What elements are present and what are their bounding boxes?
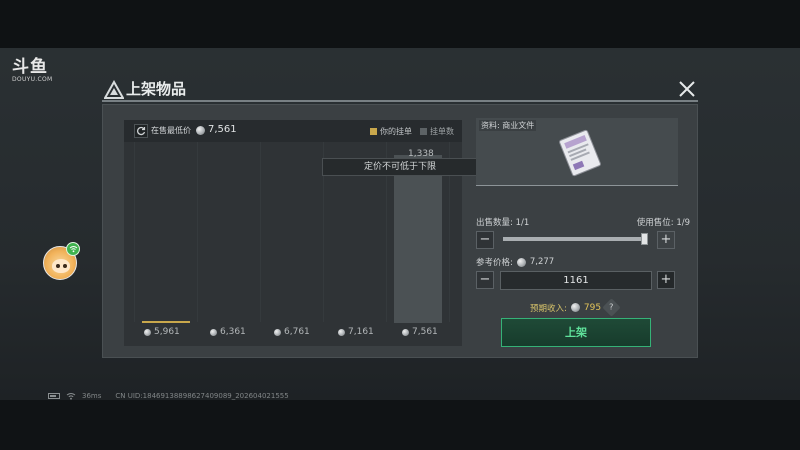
bar-yours [141,321,190,323]
title-divider [102,100,698,102]
x-tick-label: 6,361 [220,327,246,337]
bar-count [393,155,442,323]
x-tick-label: 6,761 [284,327,310,337]
close-icon[interactable] [676,78,698,100]
sell-quantity-label: 出售数量: 1/1 [476,218,530,228]
x-tick-label: 7,161 [348,327,374,337]
coin-icon [338,328,345,336]
legend-swatch-gold [370,128,377,135]
legend-count-label: 挂单数 [430,127,454,136]
ping-value: 36ms [82,392,102,400]
quantity-slider-thumb[interactable] [641,233,648,245]
quantity-slider-track[interactable] [503,237,648,241]
min-price-label: 在售最低价 [151,126,191,135]
x-tick-label: 5,961 [154,327,180,337]
coin-icon [402,328,409,336]
reference-price-label: 参考价格: [476,258,513,268]
coin-icon [196,126,205,135]
x-tick: 6,761 [274,327,310,337]
x-tick: 7,561 [402,327,438,337]
x-tick-label: 7,561 [412,327,438,337]
status-bar: 36ms CN UID:18469138898627409089_2026040… [48,392,289,400]
quantity-minus-button[interactable]: − [476,231,494,249]
wifi-badge-icon [66,242,80,256]
min-price-value: 7,561 [208,124,237,135]
dialog-header: 上架物品 [102,78,698,104]
help-icon[interactable]: ? [602,298,621,317]
coin-icon [516,257,526,267]
battery-icon [48,393,60,399]
douyu-watermark: 斗鱼 DOUYU.COM [12,58,53,83]
expected-income-value: 795 [583,302,602,313]
x-tick: 7,161 [338,327,374,337]
top-backdrop [0,0,800,48]
refresh-icon[interactable] [134,124,148,138]
coin-icon [144,328,151,336]
document-file-icon [559,129,601,177]
expected-income-row: 预期收入: 795 ? [530,298,621,317]
item-info-box: 资料: 商业文件 [476,118,678,186]
legend-count: 挂单数 [420,126,454,137]
avatar-eye [63,264,67,268]
quantity-plus-button[interactable]: + [657,231,675,249]
watermark-brand: 斗鱼 [12,57,48,77]
coin-icon [274,328,281,336]
price-chart: 在售最低价 7,561 你的挂单 挂单数 1,338 5,961 6,361 6… [124,120,462,346]
expected-income-label: 预期收入: [530,303,567,314]
avatar-eye [56,264,60,268]
price-plus-button[interactable]: + [657,271,675,289]
list-item-button[interactable]: 上架 [501,318,651,347]
x-tick: 5,961 [144,327,180,337]
help-glyph: ? [609,303,614,312]
wifi-icon [66,393,76,400]
column-divider [197,142,198,322]
triangle-logo-icon [104,80,124,99]
dialog-title: 上架物品 [126,80,187,98]
reference-price-value: 7,277 [529,257,555,267]
coin-icon [570,303,580,312]
x-tick: 6,361 [210,327,246,337]
reference-price-row: 参考价格: 7,277 [476,256,554,268]
column-divider [134,142,135,322]
column-divider [260,142,261,322]
slots-used-label: 使用售位: 1/9 [636,218,690,228]
legend-yours-label: 你的挂单 [380,127,412,136]
item-type-label: 资料: 商业文件 [479,120,537,131]
legend-swatch-grey [420,128,427,135]
price-floor-tooltip: 定价不可低于下限 [322,158,478,176]
bottom-backdrop [0,400,800,450]
price-minus-button[interactable]: − [476,271,494,289]
avatar-face [52,259,70,273]
legend-yours: 你的挂单 [370,126,412,137]
coin-icon [210,328,217,336]
watermark-domain: DOUYU.COM [12,76,53,83]
price-input[interactable]: 1161 [500,271,652,290]
uid-label: CN UID:18469138898627409089_202604021555 [115,392,289,400]
chart-header: 在售最低价 7,561 你的挂单 挂单数 [124,120,462,142]
